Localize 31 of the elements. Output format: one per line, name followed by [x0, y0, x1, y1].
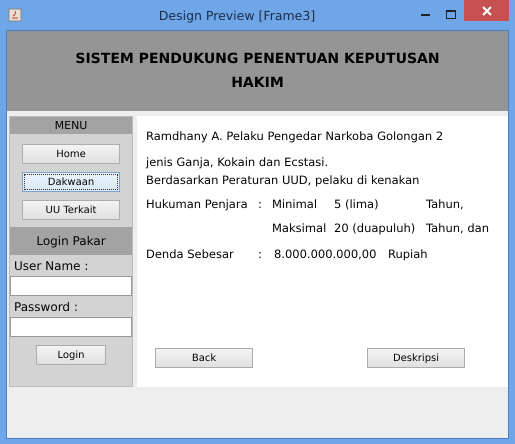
login-title: Login Pakar — [10, 227, 132, 255]
username-field[interactable] — [10, 276, 132, 296]
text-line: Berdasarkan Peraturan UUD, pelaku di kenakan — [146, 172, 420, 189]
colon-text: : — [258, 247, 263, 261]
sentence-kind: Maksimal — [272, 221, 328, 235]
colon-text: : — [258, 197, 263, 211]
sentence-amount: 5 (lima) — [334, 197, 380, 211]
sentence-label: Hukuman Penjara — [146, 197, 249, 211]
description-button[interactable]: Deskripsi — [367, 348, 465, 368]
sentence-amount: 20 (duapuluh) — [334, 221, 416, 235]
back-button[interactable]: Back — [155, 348, 253, 368]
fine-amount: 8.000.000.000,00 — [274, 247, 378, 261]
password-label: Password : — [13, 299, 79, 316]
menu-title: MENU — [10, 117, 132, 134]
window-title: Design Preview [Frame3] — [158, 8, 316, 22]
menu-button[interactable]: UU Terkait — [22, 200, 120, 220]
fine-unit: Rupiah — [388, 247, 429, 261]
menu-button[interactable]: Home — [22, 144, 120, 164]
fine-label: Denda Sebesar — [146, 247, 235, 261]
password-field[interactable] — [10, 317, 132, 337]
java-app-icon — [8, 8, 22, 22]
menu-button[interactable]: Dakwaan — [22, 172, 120, 192]
header-title: SISTEM PENDUKUNG PENENTUAN KEPUTUSAN HAKIM — [74, 50, 441, 93]
username-label: User Name : — [13, 258, 90, 275]
sentence-unit: Tahun, dan — [426, 221, 490, 235]
sentence-unit: Tahun, — [426, 197, 465, 211]
close-icon[interactable] — [464, 0, 509, 21]
sentence-kind: Minimal — [272, 197, 318, 211]
text-line: Ramdhany A. Pelaku Pengedar Narkoba Golongan 2 — [146, 128, 444, 145]
login-button[interactable]: Login — [36, 345, 106, 365]
text-line: jenis Ganja, Kokain dan Ecstasi. — [146, 154, 330, 171]
